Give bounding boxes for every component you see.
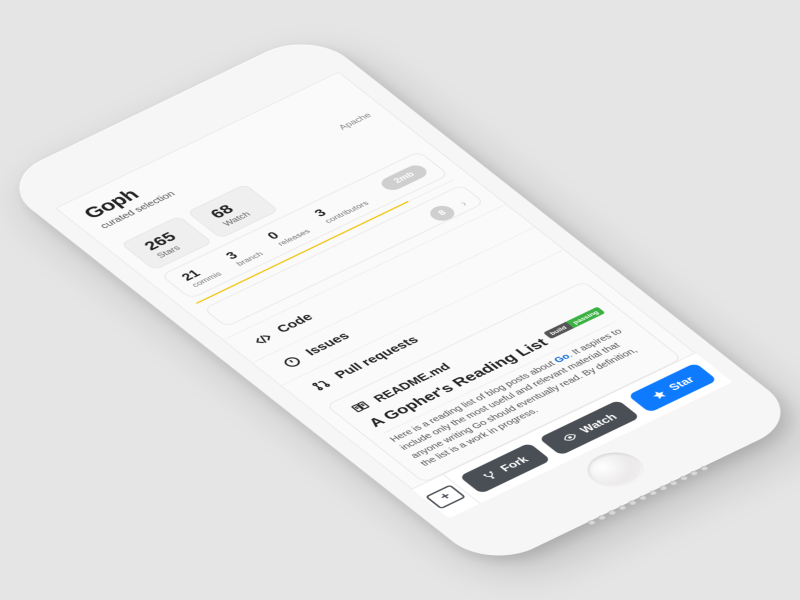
repo-size-badge: 2mb bbox=[377, 162, 430, 192]
star-button[interactable]: Star bbox=[627, 363, 717, 413]
watch-button[interactable]: Watch bbox=[539, 400, 640, 456]
build-badge: build passing bbox=[543, 307, 606, 340]
pull-request-icon bbox=[309, 377, 334, 393]
eye-icon bbox=[559, 431, 580, 444]
code-icon bbox=[251, 332, 276, 348]
book-icon bbox=[348, 400, 373, 416]
star-icon bbox=[648, 388, 669, 401]
fork-icon bbox=[479, 469, 500, 482]
phone-frame: Goph curated selection Apache 265 Stars … bbox=[0, 30, 800, 570]
screen: Goph curated selection Apache 265 Stars … bbox=[55, 72, 733, 519]
chevron-right-icon: › bbox=[456, 198, 470, 208]
metric-commits[interactable]: 21 commis bbox=[179, 262, 224, 289]
action-bar: Fork Watch Star bbox=[411, 353, 732, 519]
readme-link-go[interactable]: Go bbox=[553, 353, 573, 365]
file-count-badge: 8 bbox=[426, 203, 460, 224]
metric-branches[interactable]: 3 branch bbox=[224, 242, 266, 268]
home-button[interactable] bbox=[576, 446, 655, 494]
speaker-grille bbox=[587, 465, 710, 525]
issues-icon bbox=[280, 354, 305, 370]
fork-button[interactable]: Fork bbox=[459, 443, 552, 494]
metric-releases[interactable]: 0 releases bbox=[265, 219, 313, 247]
